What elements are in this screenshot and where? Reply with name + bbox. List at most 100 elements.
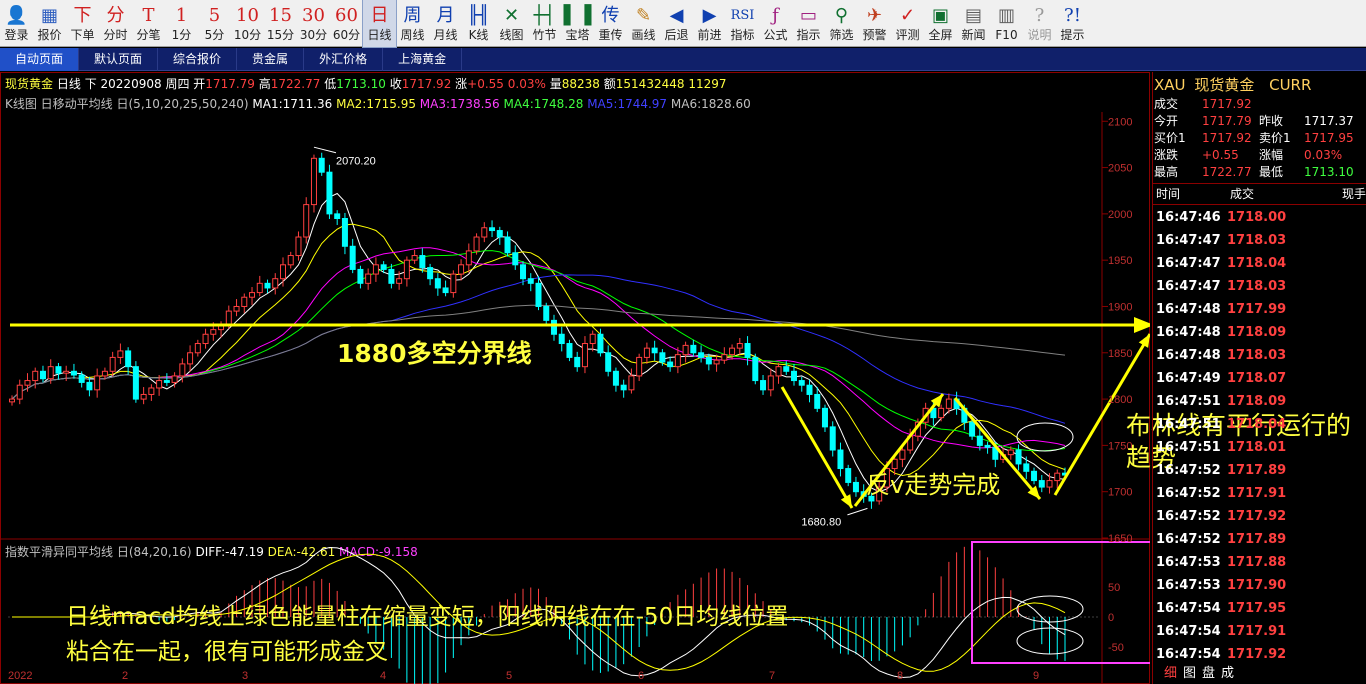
news-button[interactable]: ▤ 新闻 (957, 0, 990, 47)
tick-time: 16:47:54 (1156, 601, 1221, 616)
draw-line-button[interactable]: ✎ 画线 (627, 0, 660, 47)
side-tab-2[interactable]: 盘 (1202, 664, 1215, 684)
candle-body (1054, 472, 1061, 482)
period-5m-button[interactable]: 5 5分 (198, 0, 231, 47)
line-chart-button[interactable]: ✕ 线图 (495, 0, 528, 47)
quote-value: 1722.77 (1202, 165, 1252, 179)
candle-body (1046, 480, 1053, 488)
indicator-icon: RSI (730, 7, 755, 23)
period-15m-icon: 15 (269, 4, 292, 26)
x-tick-label: 6 (638, 670, 644, 682)
period-weekly-button[interactable]: 周周线 (396, 0, 429, 47)
period-monthly-button[interactable]: 月月线 (429, 0, 462, 47)
x-tick-label: 3 (242, 670, 248, 682)
candle-body (1007, 449, 1014, 456)
candle-body (163, 380, 170, 383)
candle-body (310, 157, 317, 206)
candle-body (651, 347, 658, 354)
tick-row: 16:47:49 1718.07 (1152, 367, 1366, 390)
candle-body (341, 218, 348, 247)
candle-body (473, 236, 480, 252)
back-button[interactable]: ◀ 后退 (660, 0, 693, 47)
tick-row: 16:47:47 1718.03 (1152, 229, 1366, 252)
tab-0[interactable]: 自动页面 (0, 48, 80, 71)
x-tick-label: 7 (769, 670, 775, 682)
quote-value: 1717.37 (1304, 114, 1354, 128)
forward-button[interactable]: ▶ 前进 (693, 0, 726, 47)
period-1m-button[interactable]: 1 1分 (165, 0, 198, 47)
candle-body (357, 268, 364, 284)
order-button[interactable]: 下下单 (66, 0, 99, 47)
kline-button[interactable]: ╟╢ K线 (462, 0, 495, 47)
period-60m-button[interactable]: 60 60分 (330, 0, 363, 47)
tick-row: 16:47:51 1718.04 (1152, 413, 1366, 436)
x-tick-label: 2022 (8, 670, 32, 682)
tab-4[interactable]: 外汇价格 (304, 48, 384, 71)
quote-value: 1717.92 (1202, 97, 1252, 111)
tab-3[interactable]: 贵金属 (237, 48, 305, 71)
tower-button[interactable]: ▌▐ 宝塔 (561, 0, 594, 47)
period-30m-button[interactable]: 30 30分 (297, 0, 330, 47)
candle-body (202, 333, 209, 345)
boll-ellipse (1016, 422, 1074, 452)
tick-time: 16:47:52 (1156, 486, 1221, 501)
tick-time: 16:47:51 (1156, 394, 1221, 409)
side-tab-1[interactable]: 图 (1183, 664, 1196, 684)
tips-button[interactable]: ?! 提示 (1056, 0, 1089, 47)
tick-row: 16:47:53 1717.90 (1152, 574, 1366, 597)
candle-body (736, 343, 743, 349)
candle-body (295, 236, 302, 257)
candle-body (821, 407, 828, 428)
trough-pointer (847, 507, 868, 516)
tick-row: 16:47:54 1717.92 (1152, 643, 1366, 666)
tab-1[interactable]: 默认页面 (79, 48, 159, 71)
login-button[interactable]: 👤 登录 (0, 0, 33, 47)
tick-price: 1718.00 (1227, 210, 1287, 225)
quote-button[interactable]: ▦ 报价 (33, 0, 66, 47)
side-tab-0[interactable]: 细 (1164, 664, 1177, 684)
candle-body (148, 387, 155, 395)
toolbar-label: 1分 (171, 28, 192, 42)
candle-body (396, 278, 403, 284)
f10-button[interactable]: ▥ F10 (990, 0, 1023, 47)
toolbar-label: 评测 (895, 28, 920, 42)
candle-body (504, 236, 511, 254)
side-tab-3[interactable]: 成 (1221, 664, 1234, 684)
bamboo-button[interactable]: ┼┤ 竹节 (528, 0, 561, 47)
candle-body (70, 370, 77, 376)
tab-5[interactable]: 上海黄金 (383, 48, 463, 71)
candle-body (674, 354, 681, 368)
indicator-button[interactable]: RSI 指标 (726, 0, 759, 47)
evaluate-button[interactable]: ✓ 评测 (891, 0, 924, 47)
toolbar-label: 画线 (631, 28, 656, 42)
reload-button[interactable]: 传重传 (594, 0, 627, 47)
filter-button[interactable]: ⚲ 筛选 (825, 0, 858, 47)
candle-body (249, 292, 256, 298)
toolbar-label: K线 (468, 28, 489, 42)
toolbar-label: 提示 (1060, 28, 1085, 42)
toolbar-label: 15分 (266, 28, 295, 42)
signal-button[interactable]: ▭ 指示 (792, 0, 825, 47)
tick-time: 16:47:53 (1156, 555, 1221, 570)
tab-2[interactable]: 综合报价 (158, 48, 238, 71)
tick-icon: T (142, 4, 155, 26)
tips-icon: ?! (1064, 4, 1081, 26)
quote-row: 今开 1717.79 昨收 1717.37 (1152, 113, 1366, 130)
price-chart[interactable]: 2070.201680.80 2100205020001950190018501… (0, 72, 1150, 684)
back-icon: ◀ (669, 4, 684, 26)
help-doc-button[interactable]: ? 说明 (1023, 0, 1056, 47)
period-15m-button[interactable]: 15 15分 (264, 0, 297, 47)
formula-button[interactable]: ƒ 公式 (759, 0, 792, 47)
intraday-button[interactable]: 分分时 (99, 0, 132, 47)
y-tick-label: 2100 (1108, 116, 1132, 128)
fullscreen-button[interactable]: ▣ 全屏 (924, 0, 957, 47)
tower-icon: ▌▐ (563, 4, 592, 26)
tick-time: 16:47:48 (1156, 348, 1221, 363)
alert-button[interactable]: ✈ 预警 (858, 0, 891, 47)
period-10m-button[interactable]: 10 10分 (231, 0, 264, 47)
tick-button[interactable]: T 分笔 (132, 0, 165, 47)
help-doc-icon: ? (1034, 4, 1045, 26)
period-5m-icon: 5 (208, 4, 221, 26)
period-30m-icon: 30 (302, 4, 325, 26)
period-daily-button[interactable]: 日日线 (362, 0, 397, 48)
